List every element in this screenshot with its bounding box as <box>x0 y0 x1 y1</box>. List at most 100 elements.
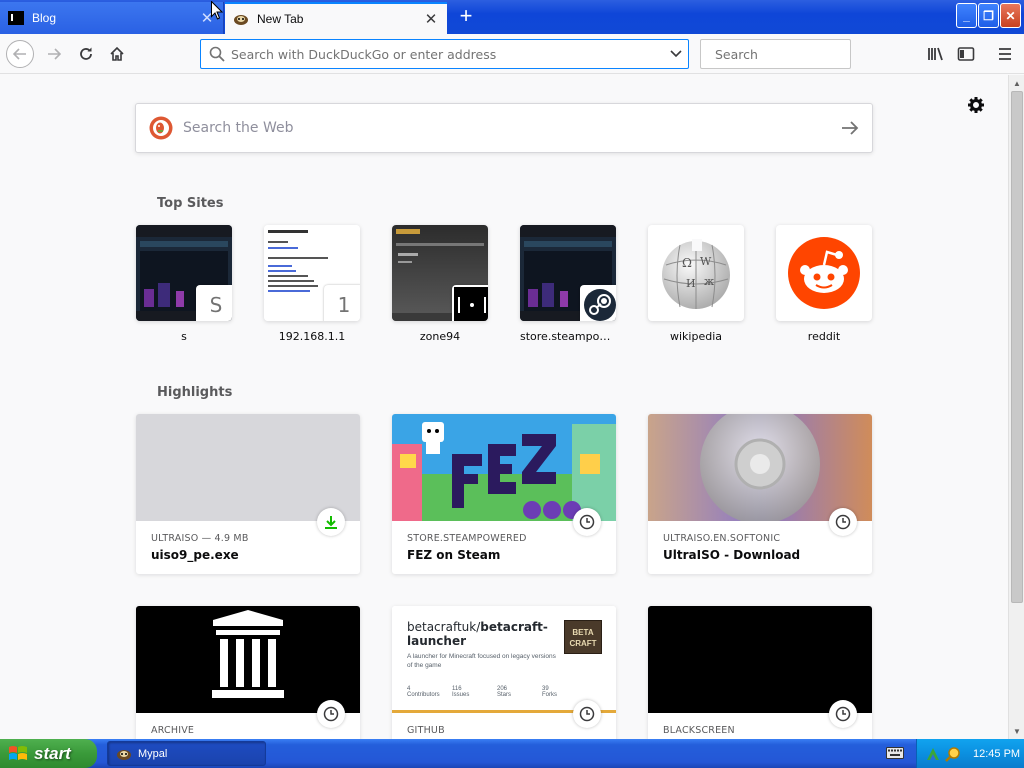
top-site-reddit[interactable]: reddit <box>776 225 872 343</box>
tab-new-tab[interactable]: New Tab ✕ <box>225 2 447 34</box>
card-source: BLACKSCREEN <box>663 725 735 736</box>
maximize-button[interactable]: ❐ <box>978 3 999 28</box>
menu-button[interactable] <box>991 40 1019 68</box>
highlight-card[interactable]: STORE.STEAMPOWERED FEZ on Steam <box>392 414 616 574</box>
archive-logo <box>136 606 360 713</box>
close-window-button[interactable]: ✕ <box>1000 3 1021 28</box>
back-button[interactable] <box>6 40 34 68</box>
svg-text:Ω: Ω <box>682 256 692 270</box>
top-site-label: reddit <box>807 330 841 343</box>
search-input[interactable] <box>715 46 871 62</box>
highlight-card[interactable]: BLACKSCREEN <box>648 606 872 739</box>
clock-icon[interactable] <box>573 700 601 728</box>
taskbar-item-label: Mypal <box>138 747 168 760</box>
mypal-icon <box>117 749 131 760</box>
clock: 12:45 PM <box>973 747 1021 760</box>
repo-description: A launcher for Minecraft focused on lega… <box>407 653 556 669</box>
card-source: STORE.STEAMPOWERED <box>407 533 527 544</box>
new-tab-button[interactable]: + <box>455 4 477 30</box>
sidebar-icon <box>957 47 975 61</box>
repo-stat: 4 Contributors <box>407 686 452 698</box>
site-badge: 1 <box>324 285 360 321</box>
top-site-label: zone94 <box>419 330 461 343</box>
top-site-wikipedia[interactable]: ΩWИж wikipedia <box>648 225 744 343</box>
arrow-right-icon[interactable] <box>828 104 872 152</box>
svg-text:ж: ж <box>704 275 714 288</box>
highlight-card[interactable]: ULTRAISO — 4.9 MB uiso9_pe.exe <box>136 414 360 574</box>
site-thumbnail: S <box>136 225 232 321</box>
forward-button[interactable] <box>40 40 68 68</box>
logo-text: BETA <box>572 628 594 637</box>
card-preview <box>136 414 360 521</box>
card-source: ULTRAISO — 4.9 MB <box>151 533 249 544</box>
top-sites-heading: Top Sites <box>157 196 224 211</box>
top-site-zone94[interactable]: zone94 <box>392 225 488 343</box>
card-source: GITHUB <box>407 725 445 736</box>
disc-artwork <box>648 414 872 521</box>
library-icon <box>928 47 943 61</box>
clock-icon[interactable] <box>317 700 345 728</box>
highlight-card[interactable]: ULTRAISO.EN.SOFTONIC UltraISO - Download <box>648 414 872 574</box>
card-title: uiso9_pe.exe <box>151 548 239 562</box>
download-icon[interactable] <box>317 508 345 536</box>
card-source: ARCHIVE <box>151 725 195 736</box>
stat-label: Issues <box>452 692 470 698</box>
vertical-scrollbar[interactable]: ▲ ▼ <box>1008 75 1024 739</box>
top-site-s[interactable]: S s <box>136 225 232 343</box>
highlights-heading: Highlights <box>157 385 233 400</box>
reload-button[interactable] <box>72 40 100 68</box>
stat-label: Forks <box>542 692 557 698</box>
clock-icon[interactable] <box>829 700 857 728</box>
repo-name: launcher <box>407 634 467 648</box>
wikipedia-icon: ΩWИж <box>648 225 744 321</box>
library-button[interactable] <box>922 40 950 68</box>
gear-icon[interactable] <box>966 95 986 115</box>
clock-icon[interactable] <box>829 508 857 536</box>
taskbar-item-mypal[interactable]: Mypal <box>107 741 266 766</box>
betacraft-logo: BETA CRAFT <box>564 620 602 654</box>
navigation-toolbar <box>0 34 1024 74</box>
site-thumbnail <box>392 225 488 321</box>
close-icon[interactable]: ✕ <box>423 11 439 28</box>
stat-label: Stars <box>497 692 512 698</box>
tab-blog[interactable]: Blog ✕ <box>0 2 224 34</box>
highlight-card[interactable]: betacraftuk/betacraft- launcher A launch… <box>392 606 616 739</box>
home-button[interactable] <box>103 40 131 68</box>
search-icon[interactable] <box>945 746 961 762</box>
url-bar[interactable] <box>200 39 689 69</box>
system-tray: 12:45 PM <box>916 739 1024 768</box>
search-bar[interactable] <box>700 39 871 69</box>
sidebar-button[interactable] <box>952 40 980 68</box>
network-icon[interactable] <box>925 746 941 762</box>
tab-title: New Tab <box>257 12 304 26</box>
top-site-label: s <box>181 330 187 343</box>
windows-logo-icon <box>9 745 27 760</box>
new-tab-page: Top Sites S s 1 192.168.1.1 zone94 <box>0 75 1008 739</box>
terminal-icon <box>8 10 24 26</box>
start-button[interactable]: start <box>0 739 97 768</box>
mouse-cursor-icon <box>211 1 223 20</box>
card-preview <box>648 606 872 713</box>
clock-icon[interactable] <box>573 508 601 536</box>
chevron-down-icon[interactable] <box>664 50 688 58</box>
steam-icon <box>580 285 616 321</box>
hamburger-icon <box>999 48 1011 60</box>
svg-text:W: W <box>700 255 712 268</box>
scroll-down-icon[interactable]: ▼ <box>1010 723 1024 739</box>
repo-stat: 39 Forks <box>542 686 587 698</box>
keyboard-icon[interactable] <box>886 746 904 760</box>
top-site-steam[interactable]: store.steampowe... <box>520 225 616 343</box>
tab-title: Blog <box>32 11 57 25</box>
top-site-router[interactable]: 1 192.168.1.1 <box>264 225 360 343</box>
repo-stat: 206 Stars <box>497 686 542 698</box>
highlight-card[interactable]: ARCHIVE <box>136 606 360 739</box>
scroll-up-icon[interactable]: ▲ <box>1010 75 1024 91</box>
minimize-button[interactable]: _ <box>956 3 977 28</box>
svg-text:И: И <box>686 277 696 290</box>
web-search-input[interactable] <box>183 120 828 136</box>
web-search-box[interactable] <box>135 103 873 153</box>
scrollbar-thumb[interactable] <box>1011 91 1023 603</box>
url-input[interactable] <box>231 46 664 62</box>
card-title: UltraISO - Download <box>663 548 801 562</box>
stat-label: Contributors <box>407 692 440 698</box>
